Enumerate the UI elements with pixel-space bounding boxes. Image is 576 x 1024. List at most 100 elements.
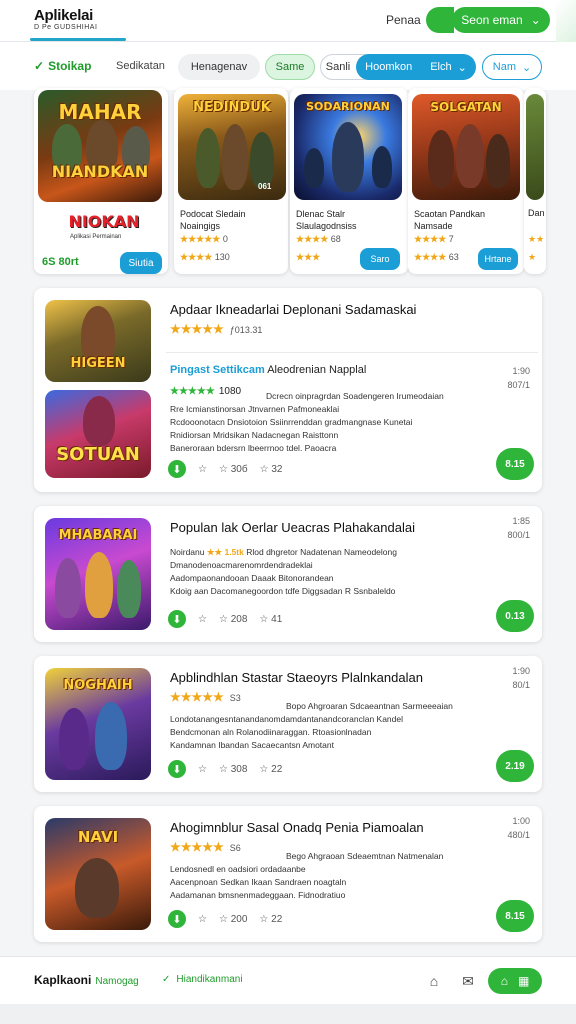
featured-action-button[interactable]: Saro xyxy=(360,248,400,270)
thumbnail-title: SOTUAN xyxy=(56,444,140,465)
star-icon[interactable]: ☆ 200 xyxy=(219,914,247,925)
featured-card[interactable]: SOLGATAN Scaotan Pandkan Namsade ★★★★ 7 … xyxy=(408,88,524,274)
bottom-brand[interactable]: Kaplkaoni Namogag xyxy=(34,973,139,987)
app-title[interactable]: Populan lak Oerlar Ueacras Plahakandalai xyxy=(170,520,415,535)
star-icon[interactable]: ☆ xyxy=(198,614,207,625)
filter-brand-label: Stoikap xyxy=(48,59,92,73)
download-icon[interactable]: ⬇ xyxy=(168,760,186,778)
app-title[interactable]: Apdaar Ikneadarlai Deplonani Sadamaskai xyxy=(170,302,416,317)
artwork-subtitle: NIANDKAN xyxy=(51,162,149,181)
description-line: Bopo Ahgroaran Sdcaeantnan Sarmeeeaian xyxy=(286,701,453,711)
header-cta-button[interactable]: Seon eman ⌄ xyxy=(452,7,550,33)
card-actions: ⬇ ☆ ☆ 200 ☆ 22 xyxy=(168,910,282,928)
star-icon[interactable]: ☆ 22 xyxy=(259,764,282,775)
install-button[interactable]: 8.15 xyxy=(496,448,534,480)
star-icon[interactable]: ☆ 308 xyxy=(219,764,247,775)
home-icon: ⌂ xyxy=(500,974,508,988)
star-icon[interactable]: ☆ 208 xyxy=(219,614,247,625)
rating-stars: ★★ xyxy=(528,234,545,244)
app-meta: 1:90 807/1 xyxy=(507,366,530,390)
star-icon[interactable]: ☆ xyxy=(198,764,207,775)
game-name[interactable]: Dlenac Stalr Slaulagodnsiss xyxy=(296,208,400,232)
artwork-badge: 061 xyxy=(258,182,272,191)
bottom-link[interactable]: ✓ Hiandikanmani xyxy=(162,974,243,985)
app-list-card[interactable]: MHABARAI Populan lak Oerlar Ueacras Plah… xyxy=(34,506,542,642)
install-button[interactable]: 8.15 xyxy=(496,900,534,932)
game-artwork: SODARIONAN xyxy=(294,94,402,200)
grid-icon: ▦ xyxy=(517,974,530,988)
header-cta-label: Seon eman xyxy=(461,13,523,27)
description-line: Aacenpnoan Sedkan Ikaan Sandraen noagtal… xyxy=(170,877,347,887)
message-icon[interactable]: ✉ xyxy=(458,971,478,991)
star-icon[interactable]: ☆ xyxy=(198,914,207,925)
star-icon[interactable]: ☆ 41 xyxy=(259,614,282,625)
download-icon[interactable]: ⬇ xyxy=(168,910,186,928)
filter-brand[interactable]: ✓ Stoikap xyxy=(34,59,91,73)
description-line: Dmanodenoacmarenomrdendradeklai xyxy=(170,560,313,570)
featured-action-button[interactable]: Hrtane xyxy=(478,248,518,270)
app-list-card[interactable]: NOGHAIH Apblindhlan Stastar Staeoyrs Pla… xyxy=(34,656,542,792)
star-icon[interactable]: ☆ 32 xyxy=(260,464,283,475)
app-title[interactable]: Apblindhlan Stastar Staeoyrs Plalnkandal… xyxy=(170,670,423,685)
app-title[interactable]: Aplikelai xyxy=(34,7,93,24)
featured-action-button[interactable]: Siutia xyxy=(120,252,162,274)
filter-dropdown-elch-label: Elch xyxy=(430,61,452,73)
filter-pill-sanli-label: Sanli xyxy=(325,61,351,73)
featured-card[interactable]: SODARIONAN Dlenac Stalr Slaulagodnsiss ★… xyxy=(290,88,408,274)
filter-pill-same[interactable]: Same xyxy=(265,54,315,80)
bottom-bar-background xyxy=(0,1004,576,1024)
game-thumbnail: SOTUAN xyxy=(45,390,151,478)
app-meta: 1:00 480/1 xyxy=(507,816,530,840)
game-thumbnail: MHABARAI xyxy=(45,518,151,630)
header-toggle[interactable] xyxy=(426,7,454,33)
filter-dropdown-hoomkon[interactable]: Hoomkon Elch ⌄ xyxy=(356,54,476,80)
app-list-card[interactable]: NAVI Ahogimnblur Sasal Onadq Penia Piamo… xyxy=(34,806,542,942)
artwork-title: SOLGATAN xyxy=(430,100,502,114)
game-name: Dan xyxy=(528,208,545,218)
featured-card[interactable]: NEDINDUK 061 Podocat Sledain Noaingigs ★… xyxy=(174,88,288,274)
download-icon[interactable]: ⬇ xyxy=(168,610,186,628)
game-name[interactable]: Podocat Sledain Noaingigs xyxy=(180,208,284,232)
artwork-title: NEDINDUK xyxy=(193,100,271,115)
game-name[interactable]: Scaotan Pandkan Namsade xyxy=(414,208,518,232)
header-link[interactable]: Penaa xyxy=(386,13,421,27)
rating-stars: ★★★★ 63 xyxy=(414,252,459,262)
description-line: Rcdooonotacn Dnsiotoion Ssiinrrenddan gr… xyxy=(170,417,413,427)
header-corner-decoration xyxy=(556,0,576,42)
description-line: Bendcmonan aln Rolanodiinaraggan. Rtoasi… xyxy=(170,727,372,737)
description-line: Londotanangesntanandanomdamdantanandcora… xyxy=(170,714,403,724)
description-line: Kandamnan Ibandan Sacaecantsn Amotant xyxy=(170,740,334,750)
featured-card[interactable]: MAHAR NIANDKAN NIOKAN Aplikasi Permainan… xyxy=(34,88,168,274)
featured-meta: 6S 80rt xyxy=(42,256,79,268)
description-line: Rre Icmianstinorsan Jtnvarnen Pafmoneakl… xyxy=(170,404,340,414)
download-icon[interactable]: ⬇ xyxy=(168,460,186,478)
game-artwork: SOLGATAN xyxy=(412,94,520,200)
home-icon[interactable]: ⌂ xyxy=(424,971,444,991)
bottom-link-label: Hiandikanmani xyxy=(176,974,243,985)
filter-dropdown-hoomkon-label: Hoomkon xyxy=(365,61,413,73)
game-thumbnail: HIGEEN xyxy=(45,300,151,382)
star-icon[interactable]: ☆ 30б xyxy=(219,464,248,475)
checkmark-icon: ✓ xyxy=(34,59,45,73)
filter-pill-henagenav[interactable]: Henagenav xyxy=(178,54,260,80)
thumbnail-title: NAVI xyxy=(77,828,119,846)
rating-stars: ★ xyxy=(528,252,537,262)
install-button[interactable]: 0.13 xyxy=(496,600,534,632)
description-line: Baneroraan bdersrn lbeerrnoo tdel. Paoac… xyxy=(170,443,337,453)
install-button[interactable]: 2.19 xyxy=(496,750,534,782)
star-icon[interactable]: ☆ xyxy=(198,464,207,475)
star-icon[interactable]: ☆ 22 xyxy=(259,914,282,925)
rating-stars: ★★★★ 130 xyxy=(180,252,230,262)
card-actions: ⬇ ☆ ☆ 30б ☆ 32 xyxy=(168,460,282,478)
app-list-card[interactable]: HIGEEN SOTUAN Apdaar Ikneadarlai Deplona… xyxy=(34,288,542,492)
description-line: Bego Ahgraoan Sdeaemtnan Natmenalan xyxy=(286,851,444,861)
description-line: Rnidiorsan Mridsikan Nadacnegan Raistton… xyxy=(170,430,339,440)
featured-card-partial[interactable]: Dan ★★ ★ xyxy=(524,88,546,274)
filter-dropdown-nam[interactable]: Nam ⌄ xyxy=(482,54,542,80)
filter-dropdown-nam-label: Nam xyxy=(492,61,516,73)
app-title[interactable]: Ahogimnblur Sasal Onadq Penia Piamoalan xyxy=(170,820,424,835)
bottom-action-button[interactable]: ⌂ ▦ xyxy=(488,968,542,994)
rating-stars: ★★★ xyxy=(296,252,321,262)
card-actions: ⬇ ☆ ☆ 308 ☆ 22 xyxy=(168,760,282,778)
rating-stars: ★★★★ 68 xyxy=(296,234,341,244)
